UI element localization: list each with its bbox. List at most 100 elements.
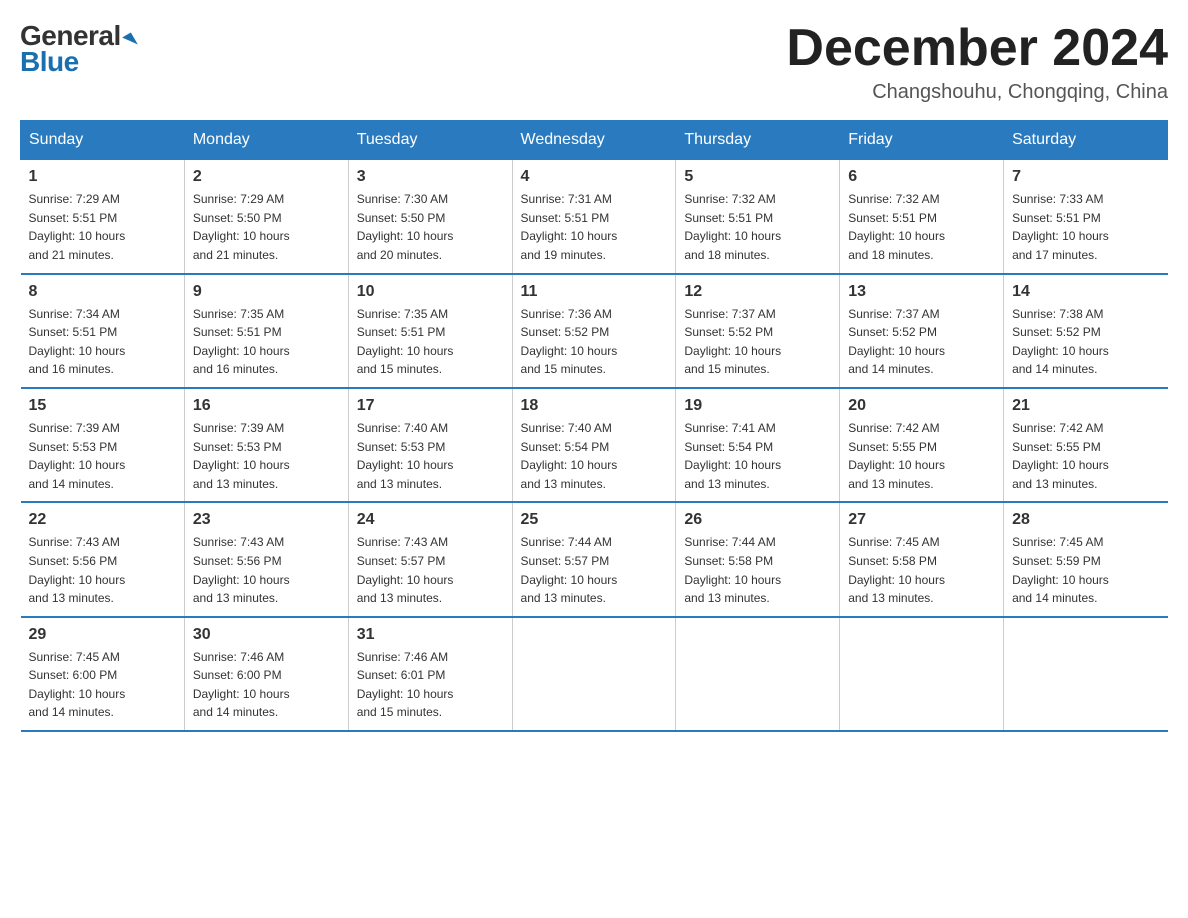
day-cell-13: 13 Sunrise: 7:37 AMSunset: 5:52 PMDayligh… (840, 274, 1004, 388)
day-cell-21: 21 Sunrise: 7:42 AMSunset: 5:55 PMDayligh… (1004, 388, 1168, 502)
week-row-2: 8 Sunrise: 7:34 AMSunset: 5:51 PMDaylight… (21, 274, 1168, 388)
day-cell-9: 9 Sunrise: 7:35 AMSunset: 5:51 PMDaylight… (184, 274, 348, 388)
day-number: 25 (521, 511, 668, 529)
day-info: Sunrise: 7:42 AMSunset: 5:55 PMDaylight:… (848, 419, 995, 493)
day-number: 4 (521, 168, 668, 186)
day-info: Sunrise: 7:44 AMSunset: 5:57 PMDaylight:… (521, 533, 668, 607)
logo-arrow-icon (122, 32, 138, 49)
day-cell-2: 2 Sunrise: 7:29 AMSunset: 5:50 PMDaylight… (184, 160, 348, 274)
day-cell-29: 29Sunrise: 7:45 AMSunset: 6:00 PMDayligh… (21, 617, 185, 731)
day-info: Sunrise: 7:40 AMSunset: 5:53 PMDaylight:… (357, 419, 504, 493)
day-number: 22 (29, 511, 176, 529)
day-cell-4: 4 Sunrise: 7:31 AMSunset: 5:51 PMDaylight… (512, 160, 676, 274)
day-info: Sunrise: 7:38 AMSunset: 5:52 PMDaylight:… (1012, 305, 1159, 379)
day-number: 29 (29, 626, 176, 644)
day-number: 9 (193, 283, 340, 301)
day-info: Sunrise: 7:32 AMSunset: 5:51 PMDaylight:… (684, 190, 831, 264)
day-info: Sunrise: 7:32 AMSunset: 5:51 PMDaylight:… (848, 190, 995, 264)
day-cell-3: 3 Sunrise: 7:30 AMSunset: 5:50 PMDaylight… (348, 160, 512, 274)
day-cell-25: 25 Sunrise: 7:44 AMSunset: 5:57 PMDayligh… (512, 502, 676, 616)
day-number: 17 (357, 397, 504, 415)
day-number: 11 (521, 283, 668, 301)
day-cell-28: 28 Sunrise: 7:45 AMSunset: 5:59 PMDayligh… (1004, 502, 1168, 616)
day-info: Sunrise: 7:39 AMSunset: 5:53 PMDaylight:… (193, 419, 340, 493)
day-number: 7 (1012, 168, 1159, 186)
day-number: 14 (1012, 283, 1159, 301)
day-number: 1 (29, 168, 176, 186)
day-number: 30 (193, 626, 340, 644)
day-number: 31 (357, 626, 504, 644)
day-cell-24: 24Sunrise: 7:43 AMSunset: 5:57 PMDayligh… (348, 502, 512, 616)
day-info: Sunrise: 7:29 AMSunset: 5:50 PMDaylight:… (193, 190, 340, 264)
day-cell-19: 19 Sunrise: 7:41 AMSunset: 5:54 PMDayligh… (676, 388, 840, 502)
day-cell-17: 17 Sunrise: 7:40 AMSunset: 5:53 PMDayligh… (348, 388, 512, 502)
day-number: 24 (357, 511, 504, 529)
empty-cell (840, 617, 1004, 731)
day-cell-31: 31 Sunrise: 7:46 AMSunset: 6:01 PMDayligh… (348, 617, 512, 731)
week-row-5: 29Sunrise: 7:45 AMSunset: 6:00 PMDayligh… (21, 617, 1168, 731)
day-number: 8 (29, 283, 176, 301)
day-cell-20: 20 Sunrise: 7:42 AMSunset: 5:55 PMDayligh… (840, 388, 1004, 502)
day-number: 23 (193, 511, 340, 529)
location-subtitle: Changshouhu, Chongqing, China (786, 81, 1168, 104)
day-number: 10 (357, 283, 504, 301)
header-monday: Monday (184, 121, 348, 160)
header-row: SundayMondayTuesdayWednesdayThursdayFrid… (21, 121, 1168, 160)
day-info: Sunrise: 7:45 AMSunset: 5:59 PMDaylight:… (1012, 533, 1159, 607)
day-info: Sunrise: 7:41 AMSunset: 5:54 PMDaylight:… (684, 419, 831, 493)
day-number: 5 (684, 168, 831, 186)
day-info: Sunrise: 7:34 AMSunset: 5:51 PMDaylight:… (29, 305, 176, 379)
day-cell-30: 30 Sunrise: 7:46 AMSunset: 6:00 PMDayligh… (184, 617, 348, 731)
day-info: Sunrise: 7:43 AMSunset: 5:56 PMDaylight:… (29, 533, 176, 607)
day-info: Sunrise: 7:40 AMSunset: 5:54 PMDaylight:… (521, 419, 668, 493)
header-friday: Friday (840, 121, 1004, 160)
day-number: 18 (521, 397, 668, 415)
logo: General Blue (20, 20, 135, 78)
day-info: Sunrise: 7:44 AMSunset: 5:58 PMDaylight:… (684, 533, 831, 607)
day-cell-22: 22 Sunrise: 7:43 AMSunset: 5:56 PMDayligh… (21, 502, 185, 616)
week-row-1: 1 Sunrise: 7:29 AMSunset: 5:51 PMDaylight… (21, 160, 1168, 274)
day-info: Sunrise: 7:46 AMSunset: 6:00 PMDaylight:… (193, 648, 340, 722)
day-number: 21 (1012, 397, 1159, 415)
day-cell-16: 16Sunrise: 7:39 AMSunset: 5:53 PMDayligh… (184, 388, 348, 502)
day-info: Sunrise: 7:29 AMSunset: 5:51 PMDaylight:… (29, 190, 176, 264)
day-info: Sunrise: 7:36 AMSunset: 5:52 PMDaylight:… (521, 305, 668, 379)
day-info: Sunrise: 7:30 AMSunset: 5:50 PMDaylight:… (357, 190, 504, 264)
day-number: 27 (848, 511, 995, 529)
day-number: 2 (193, 168, 340, 186)
calendar-table: SundayMondayTuesdayWednesdayThursdayFrid… (20, 120, 1168, 732)
logo-blue-text: Blue (20, 46, 79, 78)
day-number: 28 (1012, 511, 1159, 529)
day-number: 20 (848, 397, 995, 415)
day-info: Sunrise: 7:37 AMSunset: 5:52 PMDaylight:… (848, 305, 995, 379)
day-cell-11: 11 Sunrise: 7:36 AMSunset: 5:52 PMDayligh… (512, 274, 676, 388)
day-cell-15: 15 Sunrise: 7:39 AMSunset: 5:53 PMDayligh… (21, 388, 185, 502)
week-row-4: 22 Sunrise: 7:43 AMSunset: 5:56 PMDayligh… (21, 502, 1168, 616)
day-info: Sunrise: 7:46 AMSunset: 6:01 PMDaylight:… (357, 648, 504, 722)
title-block: December 2024 Changshouhu, Chongqing, Ch… (786, 20, 1168, 104)
day-info: Sunrise: 7:35 AMSunset: 5:51 PMDaylight:… (193, 305, 340, 379)
day-cell-18: 18 Sunrise: 7:40 AMSunset: 5:54 PMDayligh… (512, 388, 676, 502)
header-tuesday: Tuesday (348, 121, 512, 160)
day-cell-23: 23Sunrise: 7:43 AMSunset: 5:56 PMDayligh… (184, 502, 348, 616)
day-number: 26 (684, 511, 831, 529)
day-cell-1: 1 Sunrise: 7:29 AMSunset: 5:51 PMDaylight… (21, 160, 185, 274)
day-number: 15 (29, 397, 176, 415)
day-info: Sunrise: 7:31 AMSunset: 5:51 PMDaylight:… (521, 190, 668, 264)
day-info: Sunrise: 7:42 AMSunset: 5:55 PMDaylight:… (1012, 419, 1159, 493)
day-cell-8: 8 Sunrise: 7:34 AMSunset: 5:51 PMDaylight… (21, 274, 185, 388)
day-info: Sunrise: 7:39 AMSunset: 5:53 PMDaylight:… (29, 419, 176, 493)
day-info: Sunrise: 7:45 AMSunset: 5:58 PMDaylight:… (848, 533, 995, 607)
header-saturday: Saturday (1004, 121, 1168, 160)
day-cell-12: 12Sunrise: 7:37 AMSunset: 5:52 PMDayligh… (676, 274, 840, 388)
week-row-3: 15 Sunrise: 7:39 AMSunset: 5:53 PMDayligh… (21, 388, 1168, 502)
day-number: 19 (684, 397, 831, 415)
day-cell-6: 6 Sunrise: 7:32 AMSunset: 5:51 PMDaylight… (840, 160, 1004, 274)
month-year-title: December 2024 (786, 20, 1168, 77)
day-number: 13 (848, 283, 995, 301)
day-number: 3 (357, 168, 504, 186)
day-cell-7: 7Sunrise: 7:33 AMSunset: 5:51 PMDaylight… (1004, 160, 1168, 274)
header-wednesday: Wednesday (512, 121, 676, 160)
header-sunday: Sunday (21, 121, 185, 160)
day-number: 6 (848, 168, 995, 186)
